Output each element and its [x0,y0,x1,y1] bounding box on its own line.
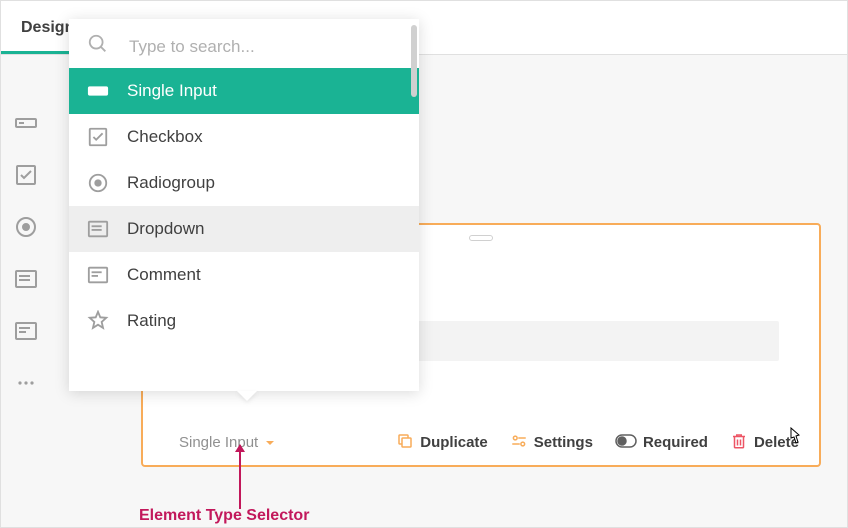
dots-icon [14,371,38,395]
type-selector-label: Single Input [179,434,258,451]
option-label: Radiogroup [127,173,215,193]
checkbox-icon [87,126,109,148]
comment-icon [87,264,109,286]
option-rating[interactable]: Rating [69,298,419,344]
radio-icon [87,172,109,194]
option-label: Comment [127,265,201,285]
single-input-icon [87,80,109,102]
trash-icon [730,432,748,454]
dropdown-icon [14,267,38,291]
chevron-down-icon [266,441,274,445]
option-comment[interactable]: Comment [69,252,419,298]
toolbox-radio[interactable] [14,215,38,239]
duplicate-button[interactable]: Duplicate [396,432,488,454]
duplicate-icon [396,432,414,454]
option-label: Single Input [127,81,217,101]
option-label: Rating [127,311,176,331]
required-label: Required [643,434,708,451]
option-label: Dropdown [127,219,205,239]
options-list: Single Input Checkbox Radiogroup Dropdow… [69,68,419,391]
scrollbar[interactable] [411,25,417,97]
option-radiogroup[interactable]: Radiogroup [69,160,419,206]
search-icon [87,33,109,60]
rating-icon [87,310,109,332]
delete-label: Delete [754,434,799,451]
annotation-arrow [239,445,241,509]
settings-button[interactable]: Settings [510,432,593,454]
option-label: Checkbox [127,127,203,147]
toolbox-checkbox[interactable] [14,163,38,187]
drag-handle[interactable] [469,235,493,241]
toggle-icon [615,434,637,452]
option-checkbox[interactable]: Checkbox [69,114,419,160]
dropdown-icon [87,218,109,240]
toolbox-comment[interactable] [14,319,38,343]
annotation-label: Element Type Selector [139,507,309,525]
type-selector-dropdown: Single Input Checkbox Radiogroup Dropdow… [69,19,419,391]
settings-label: Settings [534,434,593,451]
app-container: Designer Single Input [0,0,848,528]
option-dropdown[interactable]: Dropdown [69,206,419,252]
toolbox [14,111,56,395]
toolbox-single-input[interactable] [14,111,38,135]
search-input[interactable] [127,36,401,58]
element-type-selector[interactable]: Single Input [175,428,278,457]
single-input-icon [14,111,38,135]
toolbox-more[interactable] [14,371,38,395]
checkbox-icon [14,163,38,187]
element-actions: Single Input Duplicate Settings [175,428,799,457]
comment-icon [14,319,38,343]
search-row [69,19,419,68]
settings-icon [510,432,528,454]
option-single-input[interactable]: Single Input [69,68,419,114]
required-button[interactable]: Required [615,434,708,452]
duplicate-label: Duplicate [420,434,488,451]
toolbox-dropdown[interactable] [14,267,38,291]
delete-button[interactable]: Delete [730,432,799,454]
radio-icon [14,215,38,239]
